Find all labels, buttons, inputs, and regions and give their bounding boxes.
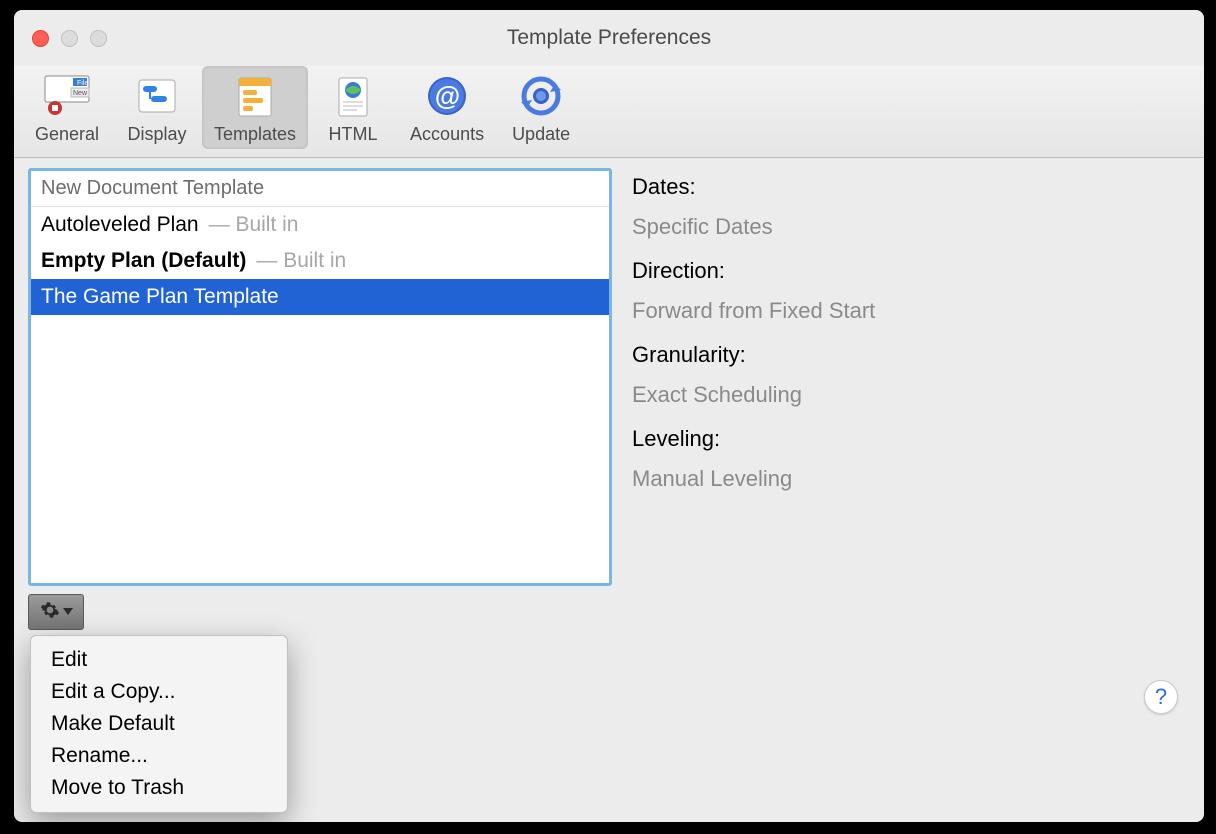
general-icon: File New bbox=[43, 72, 91, 120]
svg-text:File: File bbox=[77, 80, 88, 87]
toolbar-item-general[interactable]: File New General bbox=[22, 66, 112, 149]
list-item[interactable]: The Game Plan Template bbox=[31, 279, 609, 315]
template-list[interactable]: New Document Template Autoleveled Plan —… bbox=[28, 168, 612, 586]
granularity-value: Exact Scheduling bbox=[632, 382, 1190, 408]
list-item[interactable]: Empty Plan (Default) — Built in bbox=[31, 243, 609, 279]
toolbar-item-label: General bbox=[35, 124, 99, 145]
toolbar-item-templates[interactable]: Templates bbox=[202, 66, 308, 149]
toolbar-item-accounts[interactable]: @ Accounts bbox=[398, 66, 496, 149]
toolbar-item-update[interactable]: Update bbox=[496, 66, 586, 149]
menu-item-rename[interactable]: Rename... bbox=[31, 740, 287, 772]
gear-icon bbox=[40, 600, 60, 625]
menu-item-move-to-trash[interactable]: Move to Trash bbox=[31, 772, 287, 804]
template-details: Dates: Specific Dates Direction: Forward… bbox=[612, 168, 1190, 706]
list-item-suffix: — Built in bbox=[209, 213, 299, 237]
chevron-down-icon bbox=[63, 603, 73, 621]
list-item-name: The Game Plan Template bbox=[41, 285, 279, 309]
svg-text:@: @ bbox=[434, 81, 459, 111]
content-area: New Document Template Autoleveled Plan —… bbox=[14, 158, 1204, 716]
actions-context-menu: Edit Edit a Copy... Make Default Rename.… bbox=[30, 635, 288, 813]
menu-item-edit[interactable]: Edit bbox=[31, 644, 287, 676]
list-item[interactable]: Autoleveled Plan — Built in bbox=[31, 207, 609, 243]
svg-text:New: New bbox=[73, 90, 88, 97]
close-button[interactable] bbox=[32, 30, 49, 47]
titlebar: Template Preferences bbox=[14, 10, 1204, 66]
toolbar-item-label: HTML bbox=[329, 124, 378, 145]
toolbar-item-label: Update bbox=[512, 124, 570, 145]
menu-item-edit-copy[interactable]: Edit a Copy... bbox=[31, 676, 287, 708]
help-button[interactable]: ? bbox=[1144, 680, 1178, 714]
leveling-label: Leveling: bbox=[632, 426, 1190, 452]
help-icon: ? bbox=[1155, 684, 1167, 710]
toolbar-item-display[interactable]: Display bbox=[112, 66, 202, 149]
update-icon bbox=[517, 72, 565, 120]
toolbar-item-label: Display bbox=[127, 124, 186, 145]
dates-label: Dates: bbox=[632, 174, 1190, 200]
zoom-button[interactable] bbox=[90, 30, 107, 47]
toolbar-item-label: Accounts bbox=[410, 124, 484, 145]
list-item-suffix: — Built in bbox=[256, 249, 346, 273]
menu-item-make-default[interactable]: Make Default bbox=[31, 708, 287, 740]
toolbar-item-label: Templates bbox=[214, 124, 296, 145]
accounts-icon: @ bbox=[423, 72, 471, 120]
leveling-value: Manual Leveling bbox=[632, 466, 1190, 492]
templates-icon bbox=[231, 72, 279, 120]
dates-value: Specific Dates bbox=[632, 214, 1190, 240]
list-item-name: Autoleveled Plan bbox=[41, 213, 199, 237]
display-icon bbox=[133, 72, 181, 120]
granularity-label: Granularity: bbox=[632, 342, 1190, 368]
actions-gear-button[interactable] bbox=[28, 594, 84, 630]
window-title: Template Preferences bbox=[14, 26, 1204, 50]
toolbar-item-html[interactable]: HTML bbox=[308, 66, 398, 149]
minimize-button[interactable] bbox=[61, 30, 78, 47]
preferences-window: Template Preferences File New General bbox=[14, 10, 1204, 822]
list-header: New Document Template bbox=[31, 171, 609, 207]
direction-label: Direction: bbox=[632, 258, 1190, 284]
direction-value: Forward from Fixed Start bbox=[632, 298, 1190, 324]
list-item-name: Empty Plan (Default) bbox=[41, 249, 246, 273]
traffic-lights bbox=[32, 30, 107, 47]
toolbar: File New General Display bbox=[14, 66, 1204, 158]
html-icon bbox=[329, 72, 377, 120]
